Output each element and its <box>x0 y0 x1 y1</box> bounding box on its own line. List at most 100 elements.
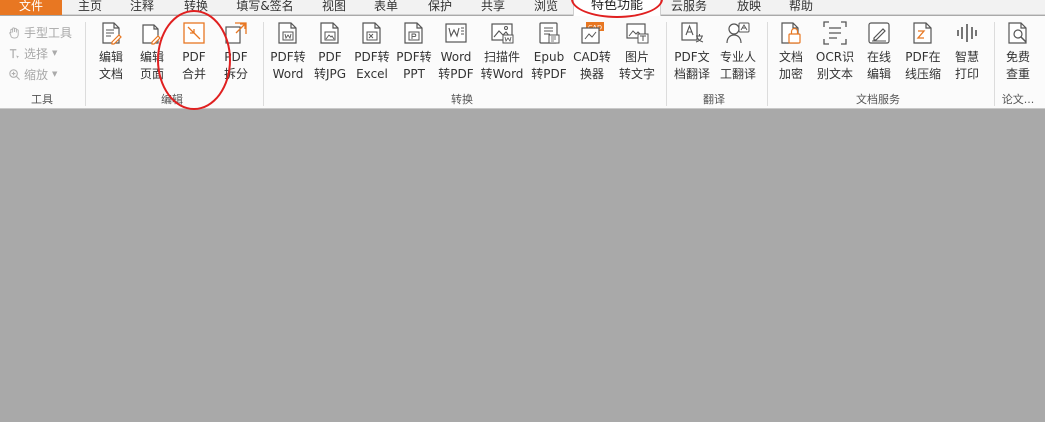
edit-page-label-1: 编辑 <box>139 50 164 64</box>
plagiarism-check-button[interactable]: 免费 查重 <box>993 20 1043 94</box>
online-edit-label-2: 编辑 <box>866 67 891 81</box>
human-translate-label-1: 专业人 <box>719 50 756 64</box>
ocr-button[interactable]: OCR识 别文本 <box>810 20 860 94</box>
online-compress-button[interactable]: PDF在 线压缩 <box>898 20 948 94</box>
ocr-label-1: OCR识 <box>815 50 855 64</box>
tab-slideshow[interactable]: 放映 <box>737 0 761 15</box>
edit-page-icon <box>139 20 165 46</box>
human-translate-button[interactable]: 专业人 工翻译 <box>713 20 763 94</box>
cad-converter-label-1: CAD转 <box>573 50 611 64</box>
edit-document-icon <box>98 20 124 46</box>
pdf-to-excel-icon <box>359 20 385 46</box>
select-dropdown-icon[interactable]: ▼ <box>52 49 57 57</box>
tab-cloud[interactable]: 云服务 <box>671 0 707 15</box>
pdf-split-label-1: PDF <box>224 50 248 64</box>
image-to-text-button[interactable]: 图片 转文字 <box>612 20 662 94</box>
pdf-to-ppt-icon <box>401 20 427 46</box>
pdf-to-word-label-2: Word <box>272 67 304 81</box>
ribbon: 手型工具 选择 ▼ 缩放 ▼ 工具 编辑 文档 编辑 页面 PDF 合并 PDF… <box>0 16 1045 109</box>
cad-converter-icon: CAD <box>579 20 605 46</box>
zoom-tool[interactable]: 缩放 ▼ <box>8 65 57 83</box>
online-compress-icon <box>910 20 936 46</box>
zoom-icon <box>9 68 21 80</box>
human-translate-icon <box>725 20 751 46</box>
smart-print-label-2: 打印 <box>954 67 979 81</box>
pdf-translate-label-1: PDF文 <box>674 50 710 64</box>
document-encrypt-button[interactable]: 文档 加密 <box>766 20 816 94</box>
online-compress-label-1: PDF在 <box>905 50 941 64</box>
cad-converter-button[interactable]: CAD CAD转 换器 <box>567 20 617 94</box>
plagiarism-check-label-2: 查重 <box>1005 67 1030 81</box>
hand-tool[interactable]: 手型工具 <box>8 23 72 41</box>
document-encrypt-icon <box>778 20 804 46</box>
pdf-split-button[interactable]: PDF 拆分 <box>211 20 261 94</box>
online-edit-label-1: 在线 <box>866 50 891 64</box>
ocr-label-2: 别文本 <box>816 67 853 81</box>
group-label-translate: 翻译 <box>703 93 725 106</box>
image-to-text-label-2: 转文字 <box>618 67 655 81</box>
pdf-to-excel-label-1: PDF转 <box>354 50 390 64</box>
image-to-text-label-1: 图片 <box>624 50 649 64</box>
tab-fill-sign[interactable]: 填写&签名 <box>236 0 293 15</box>
word-to-pdf-icon <box>443 20 469 46</box>
tab-special-features[interactable]: 特色功能 <box>573 0 661 16</box>
word-to-pdf-button[interactable]: Word 转PDF <box>431 20 481 94</box>
tab-protect[interactable]: 保护 <box>428 0 452 15</box>
group-label-convert: 转换 <box>451 93 473 106</box>
tab-comment[interactable]: 注释 <box>130 0 154 15</box>
pdf-translate-icon <box>679 20 705 46</box>
tab-browse[interactable]: 浏览 <box>534 0 558 15</box>
edit-document-label-1: 编辑 <box>98 50 123 64</box>
pdf-to-jpg-icon <box>317 20 343 46</box>
pdf-translate-button[interactable]: PDF文 档翻译 <box>667 20 717 94</box>
text-select-icon <box>9 48 20 59</box>
document-encrypt-label-2: 加密 <box>778 67 803 81</box>
scan-to-word-label-2: 转Word <box>480 67 524 81</box>
select-tool[interactable]: 选择 ▼ <box>8 44 57 62</box>
edit-document-label-2: 文档 <box>98 67 123 81</box>
tab-file[interactable]: 文件 <box>0 0 62 15</box>
online-compress-label-2: 线压缩 <box>904 67 941 81</box>
word-to-pdf-label-2: 转PDF <box>438 67 474 81</box>
tab-help[interactable]: 帮助 <box>789 0 813 15</box>
plagiarism-check-label-1: 免费 <box>1005 50 1030 64</box>
scan-to-word-label-1: 扫描件 <box>483 50 520 64</box>
image-to-text-icon <box>624 20 650 46</box>
hand-tool-label: 手型工具 <box>24 25 73 40</box>
pdf-to-ppt-label-2: PPT <box>403 67 425 81</box>
human-translate-label-2: 工翻译 <box>719 67 756 81</box>
group-label-tools: 工具 <box>31 93 53 106</box>
tab-view[interactable]: 视图 <box>322 0 346 15</box>
document-encrypt-label-1: 文档 <box>778 50 803 64</box>
online-edit-button[interactable]: 在线 编辑 <box>854 20 904 94</box>
group-label-paper: 论文... <box>1001 93 1035 106</box>
epub-to-pdf-icon <box>536 20 562 46</box>
pdf-translate-label-2: 档翻译 <box>673 67 710 81</box>
scan-to-word-button[interactable]: 扫描件 转Word <box>477 20 527 94</box>
tab-convert[interactable]: 转换 <box>184 0 208 15</box>
document-workspace[interactable] <box>0 110 1045 422</box>
pdf-merge-label-1: PDF <box>182 50 206 64</box>
plagiarism-check-icon <box>1005 20 1031 46</box>
group-label-edit: 编辑 <box>161 93 183 106</box>
pdf-split-label-2: 拆分 <box>223 67 248 81</box>
pdf-to-jpg-label-1: PDF <box>318 50 342 64</box>
tab-form[interactable]: 表单 <box>374 0 398 15</box>
zoom-dropdown-icon[interactable]: ▼ <box>52 70 57 78</box>
group-label-document-services: 文档服务 <box>856 93 900 106</box>
pdf-to-word-icon <box>275 20 301 46</box>
select-tool-label: 选择 <box>24 46 49 61</box>
epub-to-pdf-label-2: 转PDF <box>531 67 567 81</box>
edit-page-label-2: 页面 <box>139 67 164 81</box>
tab-share[interactable]: 共享 <box>481 0 505 15</box>
word-to-pdf-label-1: Word <box>440 50 472 64</box>
zoom-tool-label: 缩放 <box>24 67 49 82</box>
menu-bar: 文件 主页 注释 转换 填写&签名 视图 表单 保护 共享 浏览 特色功能 云服… <box>0 0 1045 16</box>
smart-print-button[interactable]: 智慧 打印 <box>942 20 992 94</box>
pdf-to-excel-label-2: Excel <box>356 67 388 81</box>
scan-to-word-icon <box>489 20 515 46</box>
tab-home[interactable]: 主页 <box>78 0 102 15</box>
smart-print-label-1: 智慧 <box>954 50 979 64</box>
cad-converter-label-2: 换器 <box>579 67 604 81</box>
pdf-to-jpg-label-2: 转JPG <box>313 67 347 81</box>
